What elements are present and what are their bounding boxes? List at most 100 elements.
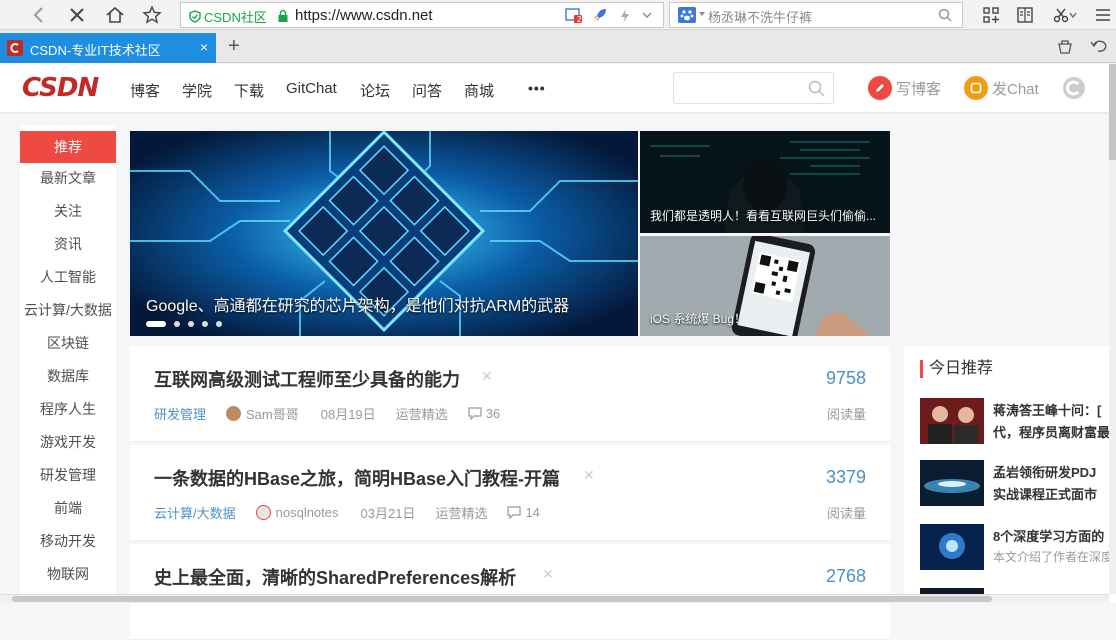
nav-blog[interactable]: 博客: [130, 80, 160, 101]
article-date: 03月21日: [360, 506, 416, 521]
article-source: 运营精选: [395, 407, 448, 422]
rocket-icon[interactable]: [592, 7, 608, 23]
post-chat-button[interactable]: 发Chat: [964, 76, 1039, 100]
write-blog-button[interactable]: 写博客: [868, 76, 941, 100]
browser-search-box[interactable]: 杨丞琳不洗牛仔裤: [669, 2, 963, 28]
stop-icon[interactable]: [64, 3, 90, 27]
lightning-icon[interactable]: [619, 8, 631, 24]
nav-forum[interactable]: 论坛: [360, 80, 390, 101]
sidebar-item-follow[interactable]: 关注: [20, 195, 116, 227]
side-banner-caption[interactable]: 我们都是透明人！看看互联网巨头们偷偷...: [650, 207, 876, 224]
sidebar-item-career[interactable]: 程序人生: [20, 393, 116, 425]
nav-gitchat[interactable]: GitChat: [286, 80, 337, 97]
dismiss-icon[interactable]: ✕: [542, 566, 554, 583]
read-count-label: 阅读量: [826, 407, 866, 422]
article-title[interactable]: 互联网高级测试工程师至少具备的能力: [154, 366, 460, 392]
sidebar-item-ai[interactable]: 人工智能: [20, 261, 116, 293]
post-chat-label: 发Chat: [992, 80, 1039, 98]
avatar: [226, 406, 242, 421]
sidebar-item-blockchain[interactable]: 区块链: [20, 327, 116, 359]
tab-close-button[interactable]: ×: [200, 39, 208, 55]
dismiss-icon[interactable]: ✕: [481, 368, 493, 385]
sidebar-item-database[interactable]: 数据库: [20, 360, 116, 392]
article-author[interactable]: Sam哥哥: [226, 404, 299, 423]
article-title[interactable]: 史上最全面，清晰的SharedPreferences解析: [154, 564, 516, 590]
comment-count[interactable]: 14: [507, 505, 540, 520]
comment-count-value: 36: [485, 406, 501, 421]
sidebar-item-recommend[interactable]: 推荐: [20, 131, 116, 163]
back-icon[interactable]: [26, 3, 52, 27]
chevron-down-icon[interactable]: [698, 10, 706, 18]
sidebar-item-gamedev[interactable]: 游戏开发: [20, 426, 116, 458]
comment-count[interactable]: 36: [468, 406, 500, 421]
sidebar-item-iot[interactable]: 物联网: [20, 558, 116, 590]
banner-caption[interactable]: Google、高通都在研究的芯片架构，是他们对抗ARM的武器: [146, 292, 569, 316]
nav-qa[interactable]: 问答: [412, 80, 442, 101]
article-feed: 互联网高级测试工程师至少具备的能力 ✕ 9758 研发管理 Sam哥哥 08月1…: [130, 346, 890, 640]
search-icon[interactable]: [938, 8, 952, 22]
search-icon[interactable]: [808, 80, 825, 97]
article-card[interactable]: 一条数据的HBase之旅，简明HBase入门教程-开篇 ✕ 3379 云计算/大…: [130, 445, 890, 541]
side-banner-caption[interactable]: iOS 系统爆 Bug！: [650, 310, 746, 327]
recommend-item[interactable]: 蒋涛答王峰十问：[ 代，程序员离财富最: [920, 398, 1116, 444]
sidebar-item-mobile[interactable]: 移动开发: [20, 525, 116, 557]
site-search-input[interactable]: [673, 72, 834, 104]
address-bar[interactable]: CSDN社区 https://www.csdn.net 2: [180, 2, 664, 28]
recommend-thumbnail: [920, 524, 984, 570]
chevron-down-icon[interactable]: [641, 9, 653, 21]
article-category[interactable]: 云计算/大数据: [154, 503, 236, 522]
reading-list-icon[interactable]: [1012, 3, 1038, 27]
new-tab-button[interactable]: +: [228, 35, 240, 58]
lock-icon: [277, 9, 289, 23]
recommend-item[interactable]: 孟岩领衔研发PDJ 实战课程正式面市: [920, 460, 1116, 506]
recommend-item[interactable]: 8个深度学习方面的 本文介绍了作者在深度: [920, 524, 1116, 570]
article-date: 08月19日: [320, 407, 376, 422]
carousel-dot[interactable]: [174, 321, 180, 327]
vertical-scrollbar-thumb[interactable]: [1109, 64, 1116, 160]
csdn-logo[interactable]: CSDN: [22, 73, 99, 103]
tab-title: CSDN-专业IT技术社区: [30, 43, 161, 58]
article-card[interactable]: 互联网高级测试工程师至少具备的能力 ✕ 9758 研发管理 Sam哥哥 08月1…: [130, 346, 890, 442]
bookmark-star-icon[interactable]: [139, 3, 165, 27]
main-carousel-banner[interactable]: Google、高通都在研究的芯片架构，是他们对抗ARM的武器: [130, 131, 638, 336]
dismiss-icon[interactable]: ✕: [583, 467, 595, 484]
search-engine-icon[interactable]: [678, 7, 696, 23]
nav-mall[interactable]: 商城: [464, 80, 494, 101]
avatar: [255, 505, 271, 520]
shield-icon: [189, 10, 201, 23]
carousel-dot[interactable]: [202, 321, 208, 327]
side-banner-ios[interactable]: iOS 系统爆 Bug！: [640, 236, 890, 336]
comment-icon: [507, 506, 522, 519]
sidebar-item-latest[interactable]: 最新文章: [20, 162, 116, 194]
more-menu-icon[interactable]: [1090, 3, 1116, 27]
home-icon[interactable]: [102, 3, 128, 27]
reader-badge-count: 2: [577, 15, 582, 24]
horizontal-scrollbar-thumb[interactable]: [12, 596, 992, 602]
article-card[interactable]: 史上最全面，清晰的SharedPreferences解析 ✕ 2768: [130, 544, 890, 640]
site-security-badge[interactable]: CSDN社区: [189, 7, 267, 26]
article-category[interactable]: 研发管理: [154, 404, 206, 423]
write-blog-label: 写博客: [896, 80, 942, 98]
side-banner-hacker[interactable]: 我们都是透明人！看看互联网巨头们偷偷...: [640, 131, 890, 233]
carousel-dot[interactable]: [216, 321, 222, 327]
sidebar-item-cloud[interactable]: 云计算/大数据: [20, 294, 116, 326]
bucket-icon[interactable]: [1056, 38, 1074, 54]
undo-icon[interactable]: [1090, 38, 1108, 54]
sidebar-item-rdmanage[interactable]: 研发管理: [20, 459, 116, 491]
carousel-dot[interactable]: [146, 321, 166, 327]
nav-more[interactable]: •••: [528, 80, 546, 96]
browser-toolbar: CSDN社区 https://www.csdn.net 2 杨丞琳不洗牛仔裤: [0, 0, 1116, 30]
user-avatar-icon[interactable]: [1062, 76, 1086, 100]
sidebar-item-news[interactable]: 资讯: [20, 228, 116, 260]
read-count: 9758: [825, 368, 866, 388]
apps-grid-icon[interactable]: [978, 3, 1004, 27]
nav-academy[interactable]: 学院: [182, 80, 212, 101]
site-header: CSDN 博客 学院 下载 GitChat 论坛 问答 商城 ••• 写博客 发…: [0, 64, 1116, 112]
sidebar-item-frontend[interactable]: 前端: [20, 492, 116, 524]
carousel-dot[interactable]: [188, 321, 194, 327]
nav-download[interactable]: 下载: [234, 80, 264, 101]
chevron-down-icon[interactable]: [1066, 3, 1080, 27]
article-title[interactable]: 一条数据的HBase之旅，简明HBase入门教程-开篇: [154, 465, 560, 491]
tab-csdn[interactable]: CSDN-专业IT技术社区 ×: [0, 33, 216, 63]
article-author[interactable]: nosqlnotes: [255, 505, 339, 520]
